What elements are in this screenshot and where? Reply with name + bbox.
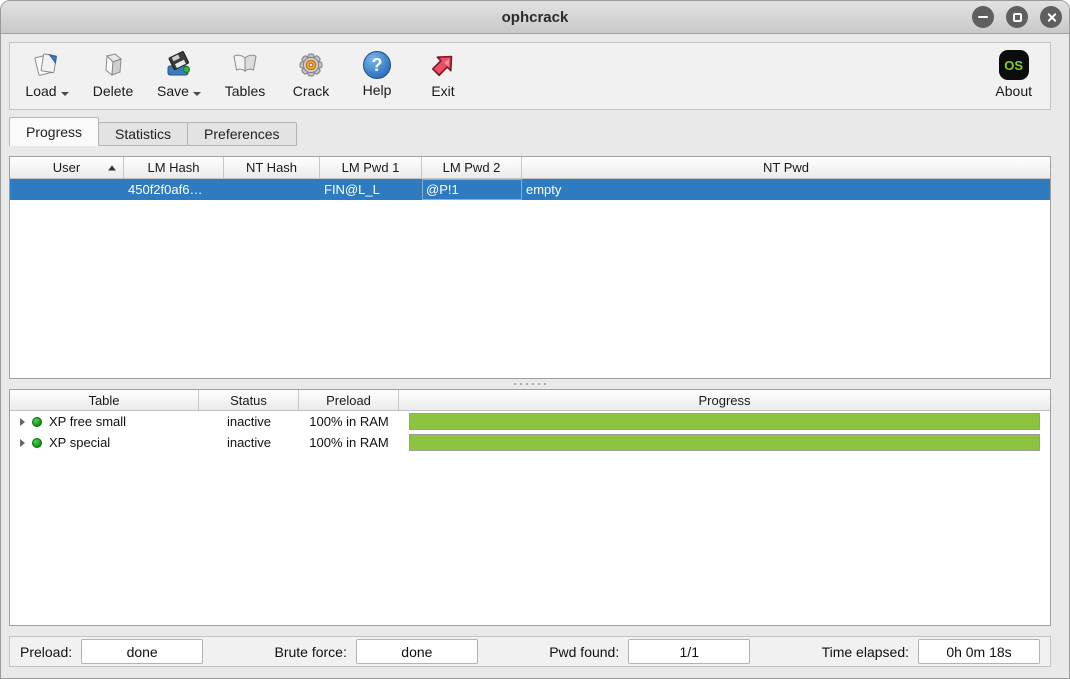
pwd-found-value: 1/1 (628, 639, 750, 664)
table-row-xp-free-small[interactable]: XP free small inactive 100% in RAM (10, 411, 1050, 432)
toolbar: Load Delete (9, 42, 1051, 110)
tables-label: Tables (225, 83, 265, 99)
about-button[interactable]: OS About (995, 50, 1032, 99)
minimize-button[interactable] (972, 6, 994, 28)
status-bar: Preload: done Brute force: done Pwd foun… (9, 636, 1051, 667)
cell-lm-pwd-2[interactable]: @P!1 (422, 179, 522, 200)
crack-label: Crack (293, 83, 330, 99)
pwd-found-status-group: Pwd found: 1/1 (549, 639, 750, 664)
table-status: inactive (199, 414, 299, 429)
maximize-button[interactable] (1006, 6, 1028, 28)
load-label: Load (25, 83, 56, 99)
load-button[interactable]: Load (22, 50, 72, 99)
table-name: XP special (49, 435, 110, 450)
progress-bar-fill (409, 434, 1040, 451)
table-preload: 100% in RAM (299, 435, 399, 450)
help-question-icon (363, 51, 391, 79)
enabled-led-icon (32, 417, 42, 427)
crack-button[interactable]: Crack (286, 50, 336, 99)
time-elapsed-label: Time elapsed: (822, 644, 909, 660)
exit-button[interactable]: Exit (418, 50, 468, 99)
tab-progress[interactable]: Progress (9, 117, 99, 146)
table-preload: 100% in RAM (299, 414, 399, 429)
sort-ascending-icon (108, 165, 116, 170)
ophcrack-window: ophcrack Load (0, 0, 1070, 679)
load-documents-icon (32, 50, 62, 80)
save-label: Save (157, 83, 189, 99)
preload-status-group: Preload: done (20, 639, 203, 664)
tables-button[interactable]: Tables (220, 50, 270, 99)
tab-bar: Progress Statistics Preferences (9, 117, 1051, 146)
tab-preferences[interactable]: Preferences (187, 122, 296, 146)
title-bar[interactable]: ophcrack (1, 1, 1069, 34)
delete-button[interactable]: Delete (88, 50, 138, 99)
column-header-lm-pwd-2[interactable]: LM Pwd 2 (422, 157, 522, 178)
rainbow-tables-table: Table Status Preload Progress XP free sm… (9, 389, 1051, 626)
cell-lm-pwd-1[interactable]: FIN@L_L (320, 179, 422, 200)
help-label: Help (363, 82, 392, 98)
column-header-status[interactable]: Status (199, 390, 299, 410)
window-title: ophcrack (502, 9, 569, 26)
cell-lm-hash[interactable]: 450f2f0af6… (124, 179, 224, 200)
maximize-icon (1013, 13, 1022, 22)
column-header-user[interactable]: User (10, 157, 124, 178)
crack-gear-icon (296, 50, 326, 80)
pwd-found-label: Pwd found: (549, 644, 619, 660)
tab-statistics[interactable]: Statistics (98, 122, 188, 146)
column-header-lm-hash[interactable]: LM Hash (124, 157, 224, 178)
time-elapsed-status-group: Time elapsed: 0h 0m 18s (822, 639, 1040, 664)
save-floppy-icon (164, 50, 194, 80)
cell-nt-pwd[interactable]: empty (522, 179, 1050, 200)
tables-header: Table Status Preload Progress (10, 390, 1050, 411)
splitter-handle[interactable] (9, 379, 1051, 389)
exit-label: Exit (431, 83, 454, 99)
help-button[interactable]: Help (352, 50, 402, 98)
save-button[interactable]: Save (154, 50, 204, 99)
close-icon (1046, 12, 1057, 23)
save-dropdown-icon (193, 92, 201, 96)
progress-bar (409, 413, 1040, 430)
exit-arrow-icon (428, 50, 458, 80)
ophcrack-os-logo-icon: OS (999, 50, 1029, 80)
column-header-preload[interactable]: Preload (299, 390, 399, 410)
column-header-table[interactable]: Table (10, 390, 199, 410)
window-content: Load Delete (1, 42, 1069, 667)
progress-bar-fill (409, 413, 1040, 430)
hash-table-header: User LM Hash NT Hash LM Pwd 1 LM Pwd 2 N… (10, 157, 1050, 179)
brute-force-status-group: Brute force: done (274, 639, 477, 664)
preload-value: done (81, 639, 203, 664)
cell-user[interactable] (10, 179, 124, 200)
expand-arrow-icon[interactable] (20, 418, 25, 426)
time-elapsed-value: 0h 0m 18s (918, 639, 1040, 664)
table-name: XP free small (49, 414, 126, 429)
table-status: inactive (199, 435, 299, 450)
close-button[interactable] (1040, 6, 1062, 28)
expand-arrow-icon[interactable] (20, 439, 25, 447)
preload-label: Preload: (20, 644, 72, 660)
hash-table: User LM Hash NT Hash LM Pwd 1 LM Pwd 2 N… (9, 156, 1051, 379)
load-dropdown-icon (61, 92, 69, 96)
column-header-lm-pwd-1[interactable]: LM Pwd 1 (320, 157, 422, 178)
brute-force-value: done (356, 639, 478, 664)
column-header-progress[interactable]: Progress (399, 390, 1050, 410)
hash-table-row-selected[interactable]: 450f2f0af6… FIN@L_L @P!1 empty (10, 179, 1050, 200)
minimize-icon (978, 16, 988, 18)
tables-book-icon (230, 50, 260, 80)
window-controls (972, 1, 1062, 33)
brute-force-label: Brute force: (274, 644, 346, 660)
column-header-nt-pwd[interactable]: NT Pwd (522, 157, 1050, 178)
cell-nt-hash[interactable] (224, 179, 320, 200)
progress-bar (409, 434, 1040, 451)
about-label: About (995, 83, 1032, 99)
table-row-xp-special[interactable]: XP special inactive 100% in RAM (10, 432, 1050, 453)
enabled-led-icon (32, 438, 42, 448)
delete-eraser-icon (98, 50, 128, 80)
delete-label: Delete (93, 83, 133, 99)
column-header-nt-hash[interactable]: NT Hash (224, 157, 320, 178)
